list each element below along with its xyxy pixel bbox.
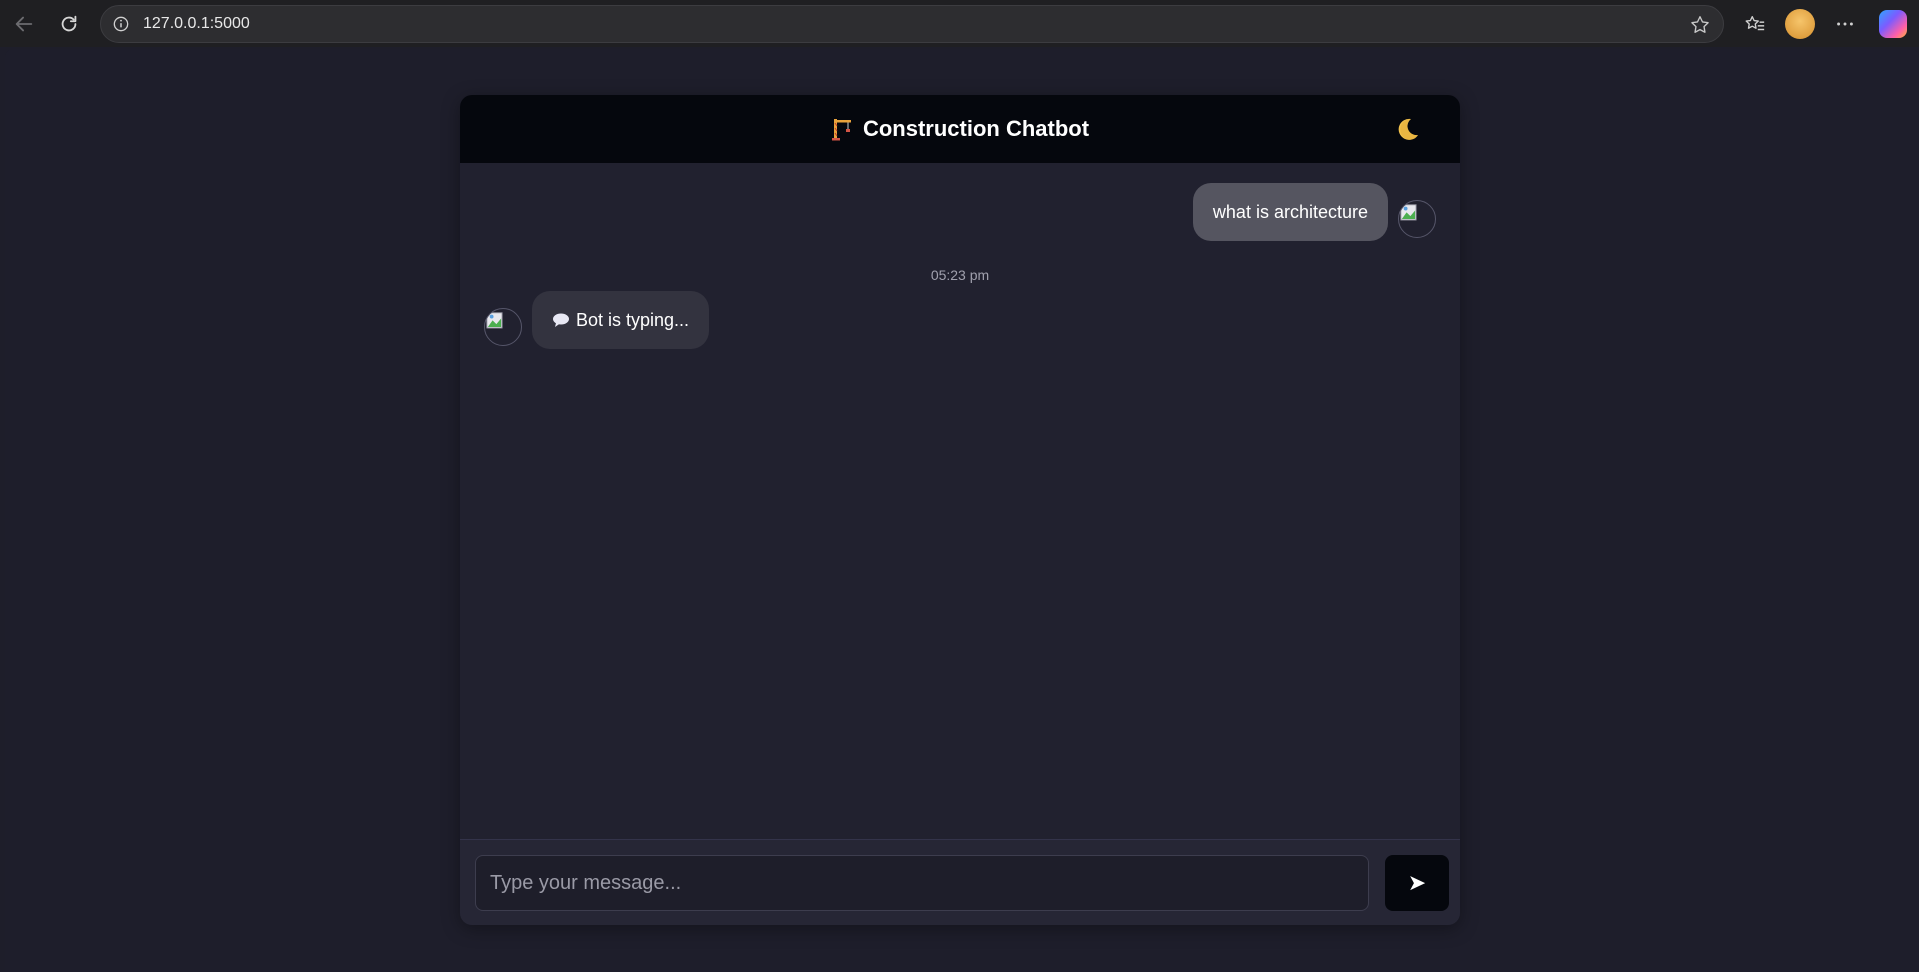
chat-container: Construction Chatbot what is architectur… (460, 95, 1460, 925)
user-message-bubble: what is architecture (1192, 183, 1388, 241)
broken-image-icon (1400, 204, 1417, 221)
browser-toolbar: 127.0.0.1:5000 (0, 0, 1919, 47)
back-button[interactable] (8, 8, 40, 40)
favorites-button[interactable] (1740, 9, 1770, 39)
more-menu-button[interactable] (1830, 9, 1860, 39)
ellipsis-icon (1837, 22, 1853, 26)
user-message: what is architecture (1192, 183, 1436, 241)
message-timestamp: 05:23 pm (930, 267, 990, 283)
favorites-icon (1745, 15, 1765, 31)
bot-message-bubble: Bot is typing... (532, 291, 710, 349)
profile-avatar[interactable] (1785, 9, 1815, 39)
favorite-star-icon[interactable] (1689, 14, 1711, 36)
chat-title-text: Construction Chatbot (862, 116, 1090, 141)
broken-image-icon (486, 312, 503, 329)
message-input[interactable] (475, 855, 1369, 911)
chat-header: Construction Chatbot (460, 95, 1460, 163)
reload-button[interactable] (53, 8, 85, 40)
bot-message: Bot is typing... (484, 291, 710, 349)
bot-typing-text: Bot is typing... (576, 310, 690, 330)
user-avatar (1398, 200, 1436, 238)
chat-title: Construction Chatbot (831, 116, 1089, 142)
page-viewport: Construction Chatbot what is architectur… (5, 49, 1919, 972)
address-bar[interactable]: 127.0.0.1:5000 (100, 5, 1724, 43)
moon-icon[interactable] (1392, 115, 1422, 145)
info-icon[interactable] (111, 14, 131, 34)
copilot-icon[interactable] (1879, 10, 1907, 38)
send-button[interactable]: ➤ (1385, 855, 1449, 911)
reload-icon (61, 15, 77, 32)
send-icon: ➤ (1407, 870, 1427, 895)
back-arrow-icon (15, 16, 33, 32)
bot-avatar (484, 308, 522, 346)
crane-icon (831, 119, 851, 141)
speech-bubble-icon (553, 313, 569, 327)
input-area: ➤ (460, 839, 1460, 925)
address-url[interactable]: 127.0.0.1:5000 (143, 15, 250, 33)
message-list: what is architecture 05:23 pm Bot is typ… (460, 163, 1460, 839)
